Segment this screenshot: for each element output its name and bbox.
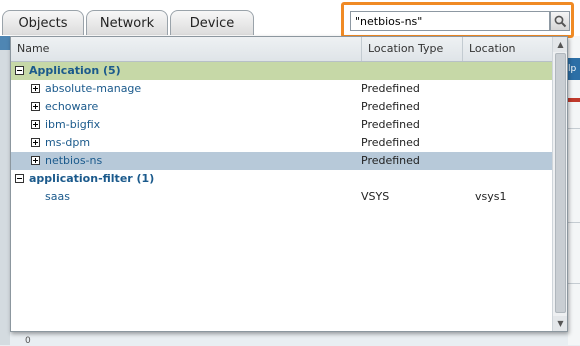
collapse-icon[interactable] <box>15 174 24 183</box>
search-results-panel: Name Location Type Location Application … <box>10 36 568 332</box>
expand-icon[interactable] <box>31 84 40 93</box>
search-input[interactable] <box>350 11 550 31</box>
column-location[interactable]: Location <box>463 37 552 61</box>
results-header: Name Location Type Location <box>11 37 552 62</box>
group-row-application-filter[interactable]: application-filter (1) <box>11 170 552 188</box>
item-name[interactable]: saas <box>45 188 70 206</box>
collapse-icon[interactable] <box>15 66 24 75</box>
item-name[interactable]: ms-dpm <box>45 134 90 152</box>
item-name[interactable]: ibm-bigfix <box>45 116 100 134</box>
item-name[interactable]: netbios-ns <box>45 152 102 170</box>
background-right-panel: lp <box>568 36 580 345</box>
list-item[interactable]: ibm-bigfix Predefined <box>11 116 552 134</box>
scroll-up-icon[interactable]: ▲ <box>553 37 567 52</box>
background-right-label: lp <box>568 58 580 80</box>
item-location-type: Predefined <box>361 118 420 131</box>
expand-icon[interactable] <box>31 102 40 111</box>
tab-objects[interactable]: Objects <box>2 10 84 35</box>
item-location-type: VSYS <box>361 190 390 203</box>
list-item-selected[interactable]: netbios-ns Predefined <box>11 152 552 170</box>
item-location-type: Predefined <box>361 100 420 113</box>
group-label: Application (5) <box>29 64 121 77</box>
vertical-scrollbar[interactable]: ▲ ▼ <box>552 37 567 331</box>
item-name[interactable]: absolute-manage <box>45 80 141 98</box>
expand-icon[interactable] <box>31 138 40 147</box>
tab-network[interactable]: Network <box>86 10 168 35</box>
item-name[interactable]: echoware <box>45 98 98 116</box>
column-location-type[interactable]: Location Type <box>362 37 462 61</box>
list-item[interactable]: ms-dpm Predefined <box>11 134 552 152</box>
item-location: vsys1 <box>475 190 507 203</box>
column-name[interactable]: Name <box>11 37 361 61</box>
item-location-type: Predefined <box>361 82 420 95</box>
list-item[interactable]: echoware Predefined <box>11 98 552 116</box>
group-label: application-filter (1) <box>29 172 155 185</box>
search-icon <box>554 15 567 28</box>
search-button[interactable] <box>550 11 570 31</box>
expand-icon[interactable] <box>31 156 40 165</box>
tab-device[interactable]: Device <box>170 10 254 35</box>
group-row-application[interactable]: Application (5) <box>11 62 552 80</box>
item-location-type: Predefined <box>361 136 420 149</box>
scrollbar-thumb[interactable] <box>555 53 566 313</box>
background-left-panel <box>0 36 10 345</box>
list-item[interactable]: absolute-manage Predefined <box>11 80 552 98</box>
list-item[interactable]: saas VSYS vsys1 <box>11 188 552 206</box>
item-location-type: Predefined <box>361 154 420 167</box>
scroll-down-icon[interactable]: ▼ <box>553 316 567 331</box>
expand-icon[interactable] <box>31 120 40 129</box>
